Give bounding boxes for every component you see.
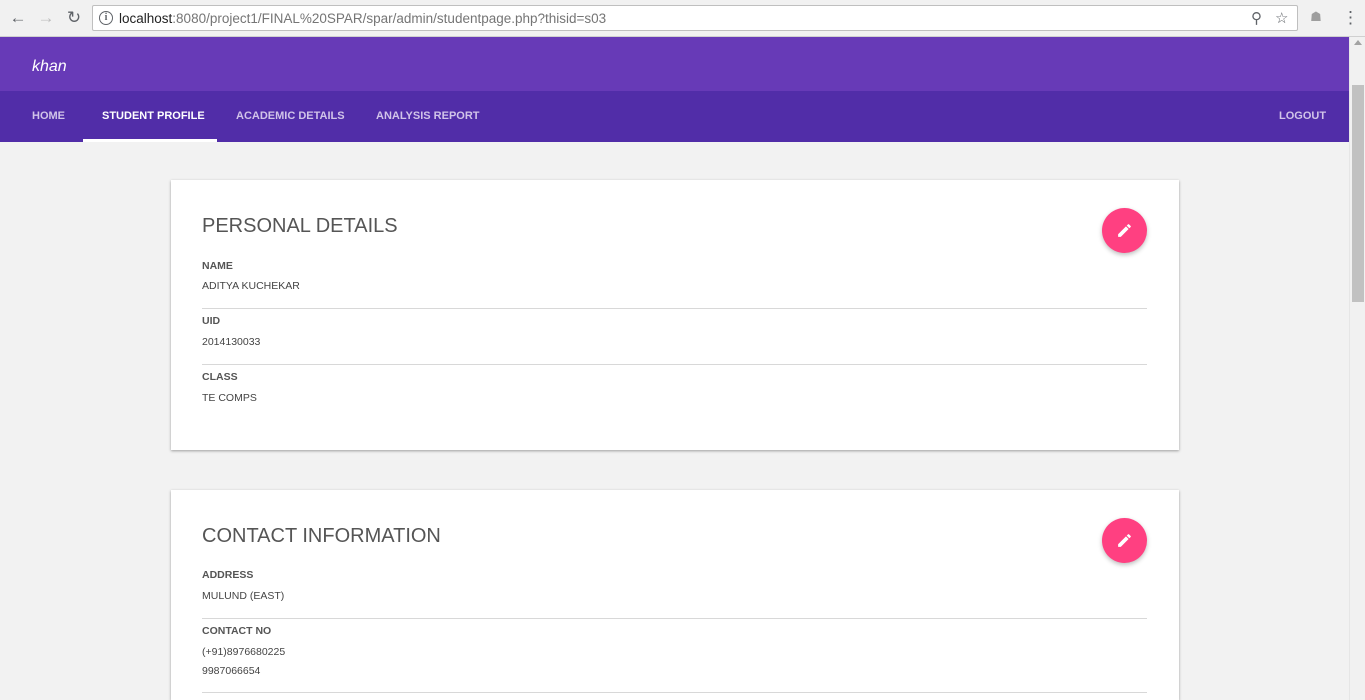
url-host: localhost — [119, 11, 173, 26]
field-value: 2014130033 — [202, 336, 261, 348]
active-tab-indicator — [83, 139, 217, 142]
tab-academic-details[interactable]: ACADEMIC DETAILS — [236, 91, 345, 142]
card-title: CONTACT INFORMATION — [202, 525, 441, 547]
contact-information-card: CONTACT INFORMATION ADDRESS MULUND (EAST… — [171, 490, 1179, 700]
tab-student-profile[interactable]: STUDENT PROFILE — [102, 91, 205, 142]
field-label: CLASS — [202, 371, 238, 383]
page-scrollbar[interactable] — [1349, 37, 1365, 700]
personal-details-card: PERSONAL DETAILS NAME ADITYA KUCHEKAR UI… — [171, 180, 1179, 450]
pencil-icon — [1118, 534, 1131, 547]
tab-analysis-report[interactable]: ANALYSIS REPORT — [376, 91, 480, 142]
edit-contact-button[interactable] — [1102, 518, 1147, 563]
reload-icon[interactable]: ↻ — [64, 8, 84, 28]
field-value: (+91)8976680225 — [202, 646, 286, 658]
edit-personal-button[interactable] — [1102, 208, 1147, 253]
field-label: NAME — [202, 260, 233, 272]
address-bar[interactable]: i localhost:8080/project1/FINAL%20SPAR/s… — [92, 5, 1298, 31]
scroll-thumb[interactable] — [1352, 85, 1364, 302]
pencil-icon — [1118, 224, 1131, 237]
divider — [202, 692, 1147, 693]
app-header: khan — [0, 37, 1349, 91]
url-path: :8080/project1/FINAL%20SPAR/spar/admin/s… — [172, 11, 607, 26]
url-text: localhost:8080/project1/FINAL%20SPAR/spa… — [119, 11, 606, 26]
divider — [202, 618, 1147, 619]
field-label: UID — [202, 315, 221, 327]
divider — [202, 308, 1147, 309]
extension-icon[interactable]: ☗ — [1307, 9, 1325, 27]
field-value: MULUND (EAST) — [202, 590, 285, 602]
card-title: PERSONAL DETAILS — [202, 215, 398, 237]
field-label: CONTACT NO — [202, 625, 272, 637]
zoom-icon[interactable]: ⚲ — [1251, 9, 1262, 27]
field-label: ADDRESS — [202, 569, 254, 581]
info-icon[interactable]: i — [99, 11, 113, 25]
field-value: TE COMPS — [202, 392, 257, 404]
logout-link[interactable]: LOGOUT — [1279, 91, 1326, 142]
field-value: ADITYA KUCHEKAR — [202, 280, 300, 292]
tab-home[interactable]: HOME — [32, 91, 65, 142]
browser-toolbar: ← → ↻ i localhost:8080/project1/FINAL%20… — [0, 0, 1365, 37]
more-menu-icon[interactable]: ⋮ — [1342, 8, 1359, 28]
bookmark-star-icon[interactable]: ☆ — [1275, 9, 1288, 27]
divider — [202, 364, 1147, 365]
brand-title: khan — [32, 58, 67, 75]
nav-tabs: HOME STUDENT PROFILE ACADEMIC DETAILS AN… — [0, 91, 1349, 142]
back-arrow-icon[interactable]: ← — [8, 8, 28, 28]
scroll-up-icon[interactable] — [1354, 40, 1362, 45]
field-value: 9987066654 — [202, 665, 261, 677]
forward-arrow-icon[interactable]: → — [36, 8, 56, 28]
